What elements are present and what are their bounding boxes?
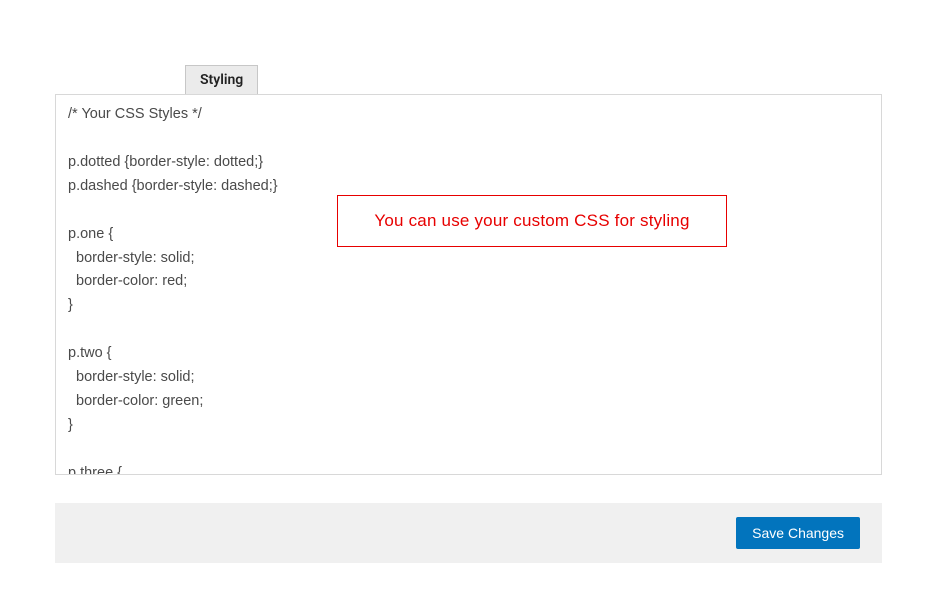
settings-container: Styling You can use your custom CSS for … [55,65,882,475]
tab-bar: Styling [55,65,882,94]
save-changes-button[interactable]: Save Changes [736,517,860,549]
css-editor[interactable] [56,95,881,474]
tab-styling[interactable]: Styling [185,65,258,94]
footer-bar: Save Changes [55,503,882,563]
css-panel: You can use your custom CSS for styling [55,94,882,475]
